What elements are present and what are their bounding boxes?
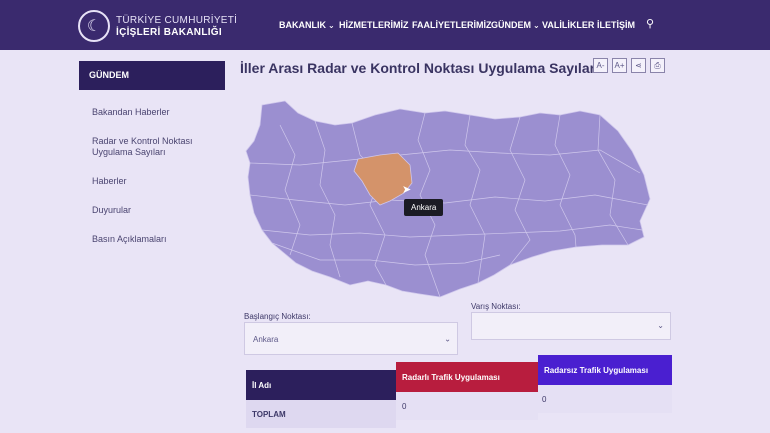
sidebar-heading: GÜNDEM: [79, 61, 225, 90]
table-cell-radarli: 0: [402, 402, 407, 411]
start-point-select[interactable]: Ankara ⌄: [244, 322, 458, 355]
table-header-il-adi[interactable]: İl Adı: [246, 370, 396, 400]
print-icon[interactable]: ⎙: [650, 58, 665, 73]
table-cell-name: TOPLAM: [252, 410, 286, 419]
table-row: [396, 392, 538, 420]
sidebar-item-radar-kontrol[interactable]: Radar ve Kontrol Noktası Uygulama Sayıla…: [92, 136, 222, 158]
chevron-down-icon: ⌄: [444, 334, 451, 343]
share-icon[interactable]: ⋖: [631, 58, 646, 73]
table-header-radarsiz[interactable]: Radarsız Trafik Uygulaması: [538, 355, 672, 385]
province-region-shape[interactable]: [245, 100, 651, 298]
nav-hizmetlerimiz[interactable]: HİZMETLERİMİZ: [339, 20, 409, 30]
mouse-cursor-icon: ➤: [402, 184, 411, 196]
chevron-down-icon: ⌄: [533, 21, 540, 30]
nav-label: İLETİŞİM: [597, 20, 635, 30]
end-point-select[interactable]: ⌄: [471, 312, 671, 340]
table-header-radarli[interactable]: Radarlı Trafik Uygulaması: [396, 362, 538, 392]
nav-gundem[interactable]: GÜNDEM ⌄: [491, 20, 540, 30]
nav-faaliyetlerimiz[interactable]: FAALİYETLERİMİZ: [412, 20, 492, 30]
turkey-province-map: ➤: [245, 100, 651, 298]
sidebar-item-bakandan-haberler[interactable]: Bakandan Haberler: [92, 107, 222, 118]
table-row: [538, 385, 672, 413]
font-decrease-icon[interactable]: A-: [593, 58, 608, 73]
nav-iletisim[interactable]: İLETİŞİM: [597, 20, 635, 30]
nav-label: GÜNDEM: [491, 20, 531, 30]
table-cell-radarsiz: 0: [542, 395, 547, 404]
chevron-down-icon: ⌄: [328, 21, 335, 30]
page-title: İller Arası Radar ve Kontrol Noktası Uyg…: [240, 60, 599, 76]
nav-label: BAKANLIK: [279, 20, 326, 30]
nav-label: HİZMETLERİMİZ: [339, 20, 409, 30]
nav-bakanlik[interactable]: BAKANLIK ⌄: [279, 20, 335, 30]
font-increase-icon[interactable]: A+: [612, 58, 627, 73]
map-tooltip: Ankara: [404, 199, 444, 216]
nav-label: FAALİYETLERİMİZ: [412, 20, 492, 30]
start-point-label: Başlangıç Noktası:: [244, 312, 311, 321]
logo-line-1[interactable]: TÜRKİYE CUMHURİYETİ: [116, 15, 237, 26]
nav-valilikler[interactable]: VALİLİKLER: [542, 20, 594, 30]
end-point-label: Varış Noktası:: [471, 302, 521, 311]
logo-line-2[interactable]: İÇİŞLERİ BAKANLIĞI: [116, 27, 222, 38]
sidebar-item-haberler[interactable]: Haberler: [92, 176, 222, 187]
start-point-value: Ankara: [253, 335, 279, 344]
search-icon[interactable]: ⚲: [646, 17, 654, 30]
chevron-down-icon: ⌄: [657, 321, 664, 330]
nav-label: VALİLİKLER: [542, 20, 595, 30]
sidebar-item-duyurular[interactable]: Duyurular: [92, 205, 222, 216]
ministry-seal-icon[interactable]: ☾: [78, 10, 110, 42]
sidebar-item-basin-aciklamalari[interactable]: Basın Açıklamaları: [92, 234, 222, 245]
